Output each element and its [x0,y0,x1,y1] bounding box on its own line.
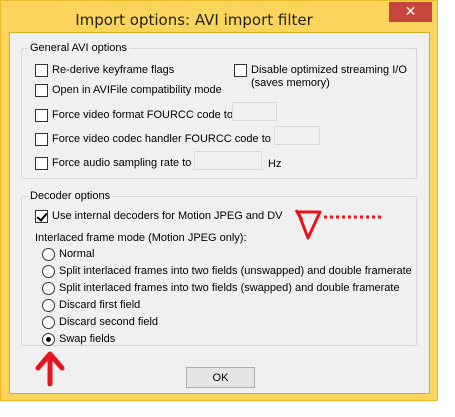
force-audio-rate-input[interactable] [194,151,262,170]
mode-discard-first-radio[interactable] [42,299,55,312]
mode-normal-radio[interactable] [42,248,55,261]
mode-option-split-swapped[interactable]: Split interlaced frames into two fields … [42,282,400,295]
mode-option-discard-second[interactable]: Discard second field [42,316,158,329]
force-codec-handler-label: Force video codec handler FOURCC code to [52,133,271,145]
mode-option-split-unswapped[interactable]: Split interlaced frames into two fields … [42,265,412,278]
mode-split-unswapped-radio[interactable] [42,265,55,278]
force-video-format-label: Force video format FOURCC code to [52,109,233,121]
mode-discard-first-label: Discard first field [59,299,141,311]
interlaced-mode-label: Interlaced frame mode (Motion JPEG only)… [35,232,247,244]
force-video-format-input[interactable] [232,102,277,121]
audio-rate-unit: Hz [268,158,282,170]
disable-streaming-option[interactable]: Disable optimized streaming I/O (saves m… [234,64,407,90]
force-codec-handler-option[interactable]: Force video codec handler FOURCC code to [35,133,271,146]
mode-split-swapped-label: Split interlaced frames into two fields … [59,282,400,294]
force-codec-handler-checkbox[interactable] [35,133,48,146]
avifile-compat-option[interactable]: Open in AVIFile compatibility mode [35,84,222,97]
internal-decoders-checkbox[interactable] [35,210,48,223]
mode-split-unswapped-label: Split interlaced frames into two fields … [59,265,412,277]
disable-streaming-label-line1: Disable optimized streaming I/O [251,64,407,76]
internal-decoders-label: Use internal decoders for Motion JPEG an… [52,210,283,222]
rederive-keyframe-option[interactable]: Re-derive keyframe flags [35,64,174,77]
force-codec-handler-input[interactable] [274,126,320,145]
red-arrow-left-annotation [294,209,382,240]
mode-discard-second-label: Discard second field [59,316,159,328]
rederive-keyframe-checkbox[interactable] [35,64,48,77]
force-audio-rate-label: Force audio sampling rate to [52,157,192,169]
mode-option-normal[interactable]: Normal [42,248,94,261]
mode-split-swapped-radio[interactable] [42,282,55,295]
disable-streaming-label: Disable optimized streaming I/O (saves m… [251,64,407,90]
ok-button[interactable]: OK [186,367,255,388]
mode-swap-fields-label: Swap fields [59,333,116,345]
internal-decoders-option[interactable]: Use internal decoders for Motion JPEG an… [35,210,283,223]
window-title: Import options: AVI import filter [75,11,313,29]
red-arrow-up-annotation [35,351,65,387]
disable-streaming-label-line2: (saves memory) [251,77,330,89]
general-options-group: General AVI options Re-derive keyframe f… [21,41,417,179]
mode-discard-second-radio[interactable] [42,316,55,329]
avifile-compat-checkbox[interactable] [35,84,48,97]
close-button[interactable]: ✕ [389,2,432,22]
force-audio-rate-checkbox[interactable] [35,157,48,170]
general-options-title: General AVI options [28,41,130,55]
mode-option-swap-fields[interactable]: Swap fields [42,333,115,346]
mode-normal-label: Normal [59,248,95,260]
force-audio-rate-option[interactable]: Force audio sampling rate to [35,157,191,170]
disable-streaming-checkbox[interactable] [234,64,247,77]
force-video-format-checkbox[interactable] [35,109,48,122]
rederive-keyframe-label: Re-derive keyframe flags [52,64,175,76]
mode-swap-fields-radio[interactable] [42,333,55,346]
force-video-format-option[interactable]: Force video format FOURCC code to [35,109,233,122]
avifile-compat-label: Open in AVIFile compatibility mode [52,84,222,96]
arrow-head-shape [296,210,322,240]
decoder-options-title: Decoder options [28,189,113,203]
mode-option-discard-first[interactable]: Discard first field [42,299,140,312]
